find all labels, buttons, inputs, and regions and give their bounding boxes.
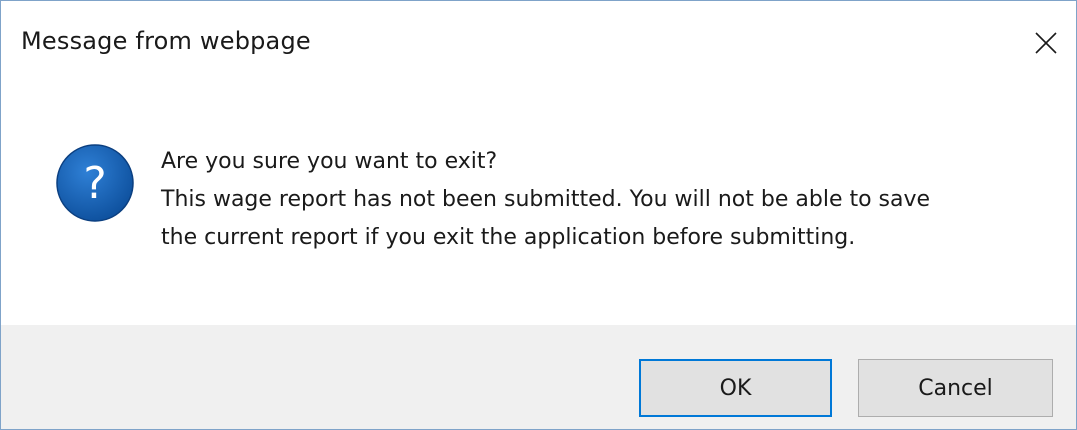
message-line-3: the current report if you exit the appli… — [161, 225, 856, 250]
dialog-content: ? Are you sure you want to exit? This wa… — [1, 83, 1076, 325]
message-line-1: Are you sure you want to exit? — [161, 149, 498, 174]
close-icon — [1035, 32, 1057, 54]
title-bar: Message from webpage — [1, 1, 1076, 83]
svg-text:?: ? — [83, 158, 106, 209]
dialog-title: Message from webpage — [21, 27, 311, 55]
close-button[interactable] — [1026, 23, 1066, 63]
cancel-button[interactable]: Cancel — [858, 359, 1053, 417]
message-text: Are you sure you want to exit? This wage… — [161, 143, 1041, 257]
button-bar: OK Cancel — [1, 325, 1076, 429]
ok-button[interactable]: OK — [639, 359, 832, 417]
message-dialog: Message from webpage ? Are you sure you … — [0, 0, 1077, 430]
question-icon: ? — [55, 143, 135, 223]
message-line-2: This wage report has not been submitted.… — [161, 187, 931, 212]
